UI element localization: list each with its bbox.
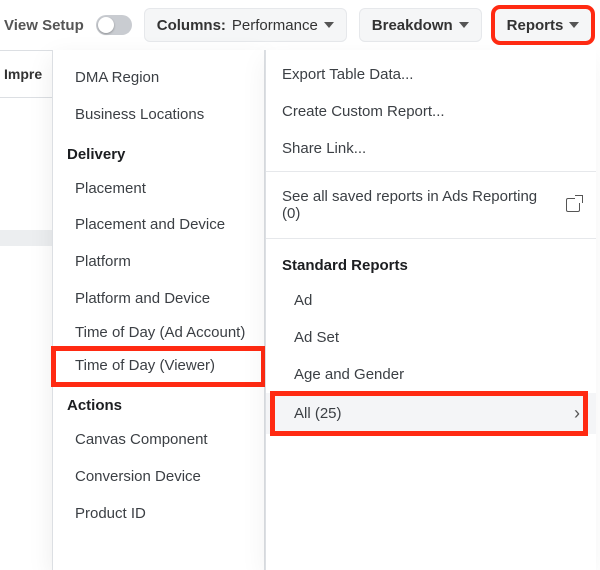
breakdown-item-platform[interactable]: Platform — [53, 244, 264, 281]
toolbar: View Setup Columns: Performance Breakdow… — [0, 4, 600, 46]
breakdown-item-platform-device[interactable]: Platform and Device — [53, 281, 264, 318]
breakdown-item-business-locations[interactable]: Business Locations — [53, 97, 264, 134]
reports-label-text: Reports — [507, 17, 564, 34]
table-row — [0, 230, 52, 246]
breakdown-button[interactable]: Breakdown — [359, 8, 482, 42]
view-setup-label: View Setup — [4, 17, 84, 34]
breakdown-item-time-of-day-viewer[interactable]: Time of Day (Viewer) — [53, 348, 264, 385]
menu-item-label: Ad — [294, 292, 312, 309]
breakdown-menu-panel: DMA Region Business Locations Delivery P… — [52, 50, 265, 570]
caret-down-icon — [324, 22, 334, 28]
reports-action-export-table[interactable]: Export Table Data... — [266, 56, 596, 93]
reports-menu-panel: Export Table Data... Create Custom Repor… — [265, 50, 596, 570]
menu-item-label: Share Link... — [282, 140, 366, 157]
view-setup-toggle[interactable] — [96, 15, 132, 35]
caret-down-icon — [569, 22, 579, 28]
menu-separator — [266, 238, 596, 239]
menu-item-label: Ad Set — [294, 329, 339, 346]
menu-item-label: Create Custom Report... — [282, 103, 445, 120]
columns-value-text: Performance — [232, 17, 318, 34]
menu-separator — [266, 171, 596, 172]
reports-action-create-custom[interactable]: Create Custom Report... — [266, 93, 596, 130]
columns-button[interactable]: Columns: Performance — [144, 8, 347, 42]
reports-item-ad-set[interactable]: Ad Set — [266, 319, 596, 356]
reports-button[interactable]: Reports — [494, 8, 593, 42]
caret-down-icon — [459, 22, 469, 28]
breakdown-item-time-of-day-ad-account[interactable]: Time of Day (Ad Account) — [53, 318, 264, 349]
breakdown-item-placement-device[interactable]: Placement and Device — [53, 207, 264, 244]
external-link-icon — [566, 198, 580, 212]
reports-saved-link[interactable]: See all saved reports in Ads Reporting (… — [266, 176, 596, 234]
breakdown-item-canvas-component[interactable]: Canvas Component — [53, 422, 264, 459]
breakdown-section-actions: Actions — [53, 385, 264, 422]
columns-label-text: Columns: — [157, 17, 226, 34]
breakdown-item-conversion-device[interactable]: Conversion Device — [53, 459, 264, 496]
chevron-right-icon: › — [574, 403, 580, 424]
breakdown-section-delivery: Delivery — [53, 134, 264, 171]
column-header-impressions: Impre — [0, 50, 52, 98]
reports-action-share-link[interactable]: Share Link... — [266, 130, 596, 167]
breakdown-item-product-id[interactable]: Product ID — [53, 496, 264, 533]
menu-item-label: See all saved reports in Ads Reporting (… — [282, 188, 558, 222]
menu-item-label: Age and Gender — [294, 366, 404, 383]
column-header-text: Impre — [4, 66, 42, 82]
reports-item-ad[interactable]: Ad — [266, 282, 596, 319]
breakdown-label-text: Breakdown — [372, 17, 453, 34]
breakdown-item-placement[interactable]: Placement — [53, 171, 264, 208]
reports-item-age-gender[interactable]: Age and Gender — [266, 356, 596, 393]
breakdown-item-dma-region[interactable]: DMA Region — [53, 60, 264, 97]
reports-item-all[interactable]: All (25) › — [266, 393, 596, 434]
menu-item-label: All (25) — [294, 405, 342, 422]
reports-section-standard: Standard Reports — [266, 243, 596, 282]
menu-item-label: Export Table Data... — [282, 66, 413, 83]
